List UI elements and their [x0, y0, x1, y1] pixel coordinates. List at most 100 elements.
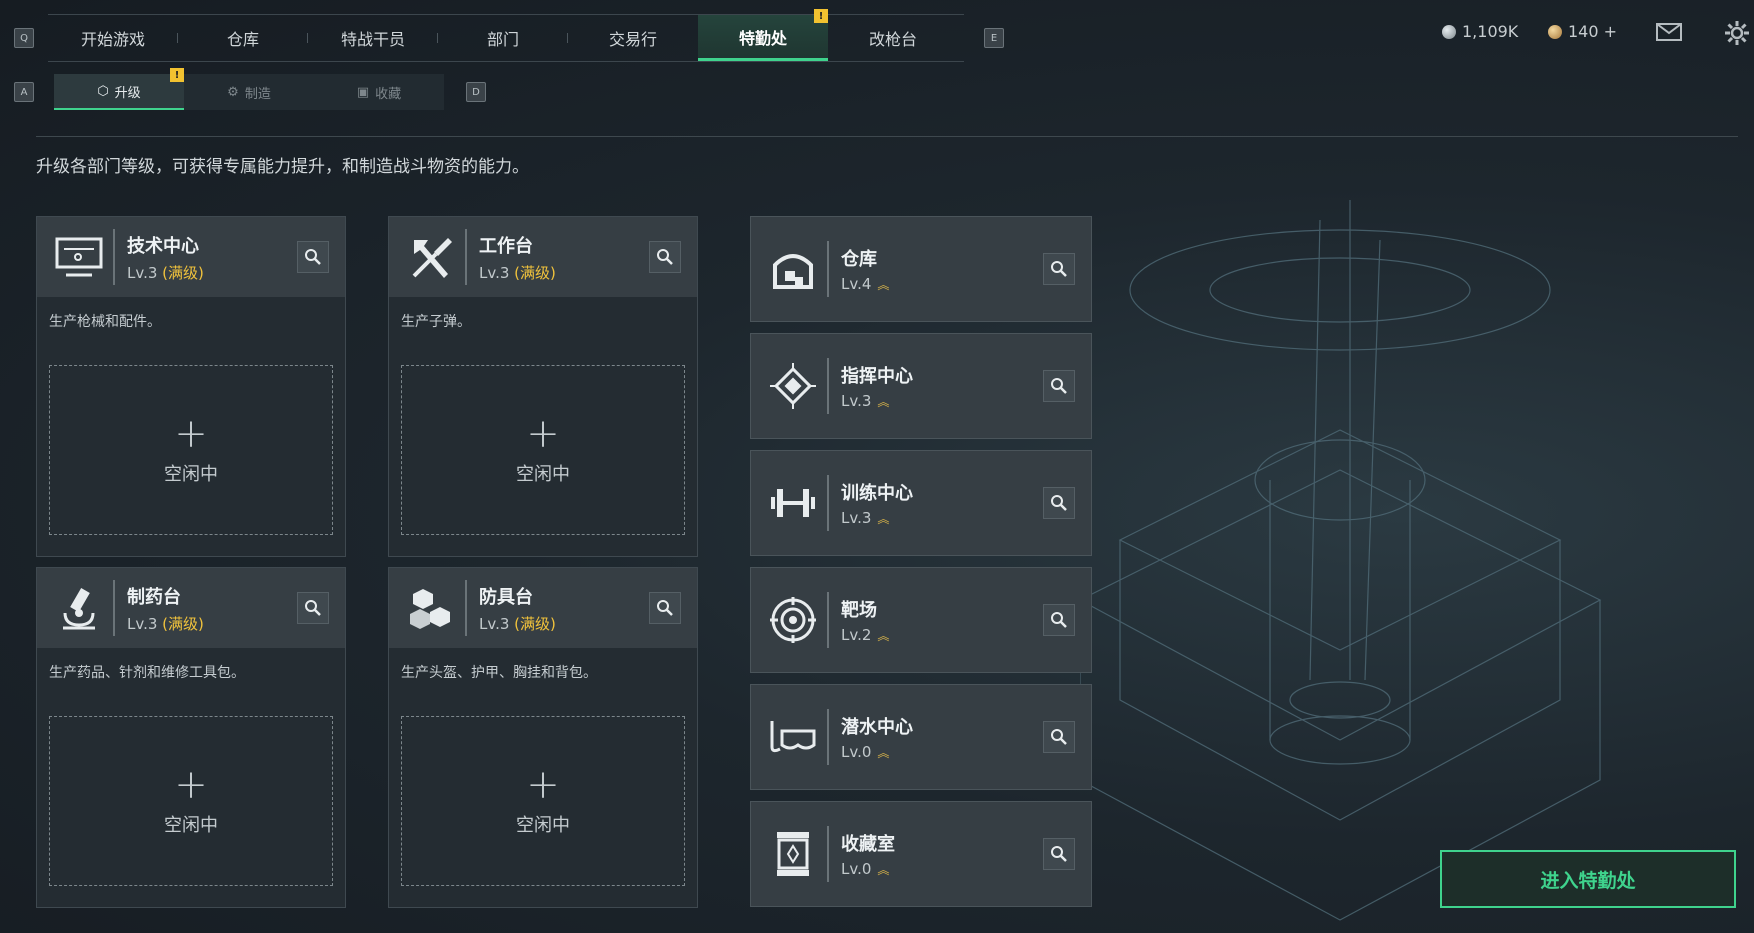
search-icon — [657, 600, 673, 616]
upgradeable-chevron-icon: ︽ — [877, 512, 890, 526]
inspect-button[interactable] — [649, 241, 681, 273]
key-hint-q: Q — [14, 28, 34, 48]
mail-icon[interactable] — [1656, 22, 1682, 42]
armor-cubes-icon — [401, 578, 461, 638]
facility-name: 训练中心 — [841, 483, 913, 504]
workstation-level: Lv.3 — [479, 263, 510, 282]
card-header: 防具台 Lv.3 (满级) — [389, 568, 697, 648]
workstation-level: Lv.3 — [127, 263, 158, 282]
facility-level: Lv.0 — [841, 860, 872, 878]
subtab-upgrade[interactable]: ⬡ 升级 ! — [54, 68, 184, 110]
facility-level: Lv.4 — [841, 275, 872, 293]
row-divider — [827, 592, 829, 648]
inspect-button[interactable] — [649, 592, 681, 624]
search-icon — [1051, 495, 1067, 511]
tools-icon — [401, 227, 461, 287]
slot-status: 空闲中 — [516, 815, 570, 836]
gold-currency[interactable]: 140 + — [1548, 22, 1617, 41]
inspect-button[interactable] — [1043, 487, 1075, 519]
warehouse-icon — [763, 239, 823, 299]
facility-row-shooting-range[interactable]: 靶场 Lv.2 ︽ — [750, 567, 1092, 673]
production-slot[interactable]: + 空闲中 — [401, 716, 685, 886]
search-icon — [1051, 261, 1067, 277]
inspect-button[interactable] — [1043, 721, 1075, 753]
facility-level: Lv.3 — [841, 392, 872, 410]
tab-operators[interactable]: 特战干员 — [308, 15, 438, 61]
subtab-label: 制造 — [244, 86, 271, 102]
facility-level: Lv.0 — [841, 743, 872, 761]
add-icon: + — [174, 762, 208, 808]
subtab-collection[interactable]: ▣ 收藏 — [314, 74, 444, 110]
facility-row-collection-room[interactable]: 收藏室 Lv.0 ︽ — [750, 801, 1092, 907]
search-icon — [1051, 378, 1067, 394]
enter-special-ops-button[interactable]: 进入特勤处 — [1440, 850, 1736, 908]
diving-mask-icon — [763, 707, 823, 767]
alert-badge: ! — [170, 68, 184, 82]
settings-gear-icon[interactable] — [1724, 20, 1750, 46]
facility-name: 收藏室 — [841, 834, 895, 855]
main-tabs: 开始游戏 仓库 特战干员 部门 交易行 特勤处 ! 改枪台 — [48, 9, 964, 62]
tab-start-game[interactable]: 开始游戏 — [48, 15, 178, 61]
max-level-label: (满级) — [514, 263, 556, 282]
alert-badge: ! — [814, 9, 828, 23]
tab-departments[interactable]: 部门 — [438, 15, 568, 61]
tab-warehouse[interactable]: 仓库 — [178, 15, 308, 61]
tab-label: 特战干员 — [340, 30, 405, 49]
inspect-button[interactable] — [297, 241, 329, 273]
target-icon — [763, 590, 823, 650]
chip-icon — [763, 356, 823, 416]
tab-special-ops[interactable]: 特勤处 ! — [698, 9, 828, 61]
workstation-card-pharmacy: 制药台 Lv.3 (满级) 生产药品、针剂和维修工具包。 + 空闲中 — [36, 567, 346, 908]
tab-gunsmith[interactable]: 改枪台 — [828, 15, 958, 61]
workstation-description: 生产头盔、护甲、胸挂和背包。 — [401, 665, 597, 681]
row-divider — [827, 709, 829, 765]
tab-trading[interactable]: 交易行 — [568, 15, 698, 61]
facility-row-warehouse[interactable]: 仓库 Lv.4 ︽ — [750, 216, 1092, 322]
facility-name: 靶场 — [841, 600, 877, 621]
header-divider — [113, 580, 115, 636]
key-hint-d: D — [466, 82, 486, 102]
slot-status: 空闲中 — [516, 464, 570, 485]
production-slot[interactable]: + 空闲中 — [49, 365, 333, 535]
subtab-label: 升级 — [114, 85, 141, 101]
header-divider — [465, 229, 467, 285]
workstation-name: 工作台 — [479, 235, 533, 257]
inspect-button[interactable] — [1043, 838, 1075, 870]
workstation-name: 防具台 — [479, 586, 533, 608]
production-slot[interactable]: + 空闲中 — [401, 365, 685, 535]
search-icon — [305, 249, 321, 265]
tab-label: 部门 — [486, 30, 519, 49]
facility-row-command-center[interactable]: 指挥中心 Lv.3 ︽ — [750, 333, 1092, 439]
sub-tabs: ⬡ 升级 ! ⚙ 制造 ▣ 收藏 — [54, 68, 444, 110]
max-level-label: (满级) — [162, 263, 204, 282]
facility-level: Lv.3 — [841, 509, 872, 527]
add-icon: + — [526, 411, 560, 457]
facility-row-diving-center[interactable]: 潜水中心 Lv.0 ︽ — [750, 684, 1092, 790]
key-hint-a: A — [14, 82, 34, 102]
card-header: 技术中心 Lv.3 (满级) — [37, 217, 345, 297]
slot-status: 空闲中 — [164, 464, 218, 485]
upgrade-icon: ⬡ — [97, 83, 109, 99]
inspect-button[interactable] — [1043, 604, 1075, 636]
row-divider — [827, 475, 829, 531]
tab-label: 改枪台 — [868, 30, 917, 49]
facility-row-training-center[interactable]: 训练中心 Lv.3 ︽ — [750, 450, 1092, 556]
silver-amount: 1,109K — [1462, 22, 1519, 41]
facility-name: 仓库 — [841, 249, 877, 270]
subtab-craft[interactable]: ⚙ 制造 — [184, 74, 314, 110]
add-icon: + — [526, 762, 560, 808]
silver-currency[interactable]: 1,109K — [1442, 22, 1518, 41]
card-header: 工作台 Lv.3 (满级) — [389, 217, 697, 297]
search-icon — [657, 249, 673, 265]
gear-icon: ⚙ — [227, 84, 239, 100]
tab-label: 仓库 — [226, 30, 259, 49]
workstation-description: 生产药品、针剂和维修工具包。 — [49, 665, 245, 681]
inspect-button[interactable] — [297, 592, 329, 624]
inspect-button[interactable] — [1043, 370, 1075, 402]
upgradeable-chevron-icon: ︽ — [877, 863, 890, 877]
inspect-button[interactable] — [1043, 253, 1075, 285]
collection-icon: ▣ — [356, 84, 370, 100]
row-divider — [827, 826, 829, 882]
computer-icon — [49, 227, 109, 287]
production-slot[interactable]: + 空闲中 — [49, 716, 333, 886]
